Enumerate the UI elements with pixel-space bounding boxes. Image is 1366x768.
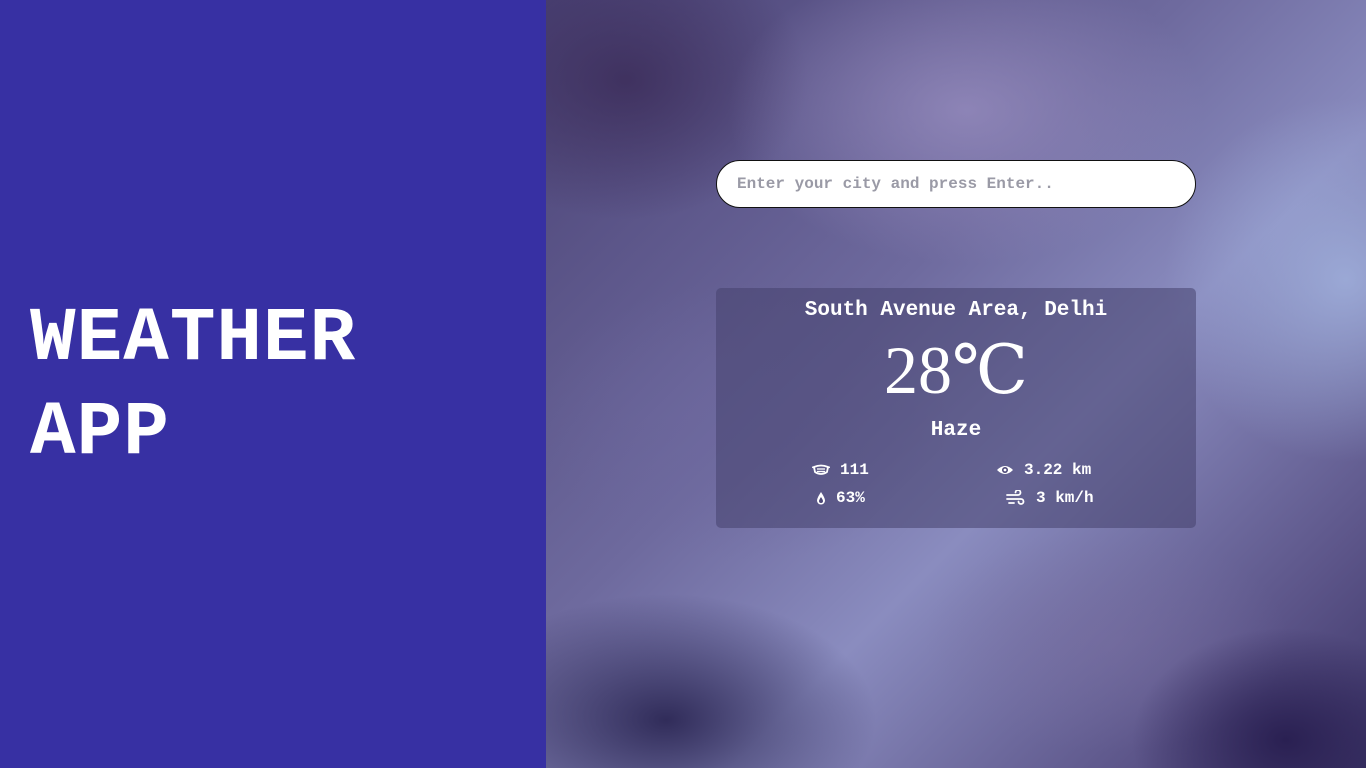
- weather-card: South Avenue Area, Delhi 28℃ Haze 111 3.…: [716, 288, 1196, 528]
- weather-condition: Haze: [930, 419, 982, 442]
- mask-icon: [812, 463, 830, 477]
- aqi-value: 111: [840, 461, 869, 479]
- wind-stat: 3 km/h: [1006, 488, 1094, 508]
- humidity-value: 63%: [836, 489, 865, 507]
- location-name: South Avenue Area, Delhi: [804, 299, 1108, 322]
- app-title: WEATHER APP: [30, 292, 356, 480]
- brand-panel: WEATHER APP: [0, 0, 546, 768]
- visibility-value: 3.22 km: [1024, 461, 1092, 479]
- temperature: 28℃: [883, 332, 1029, 408]
- wind-value: 3 km/h: [1036, 489, 1094, 507]
- droplet-icon: [816, 491, 826, 505]
- city-search-input[interactable]: [716, 160, 1196, 208]
- aqi-stat: 111: [812, 460, 869, 480]
- app-title-line-1: WEATHER: [30, 296, 357, 382]
- weather-panel: South Avenue Area, Delhi 28℃ Haze 111: [546, 0, 1366, 768]
- humidity-stat: 63%: [816, 488, 865, 508]
- visibility-stat: 3.22 km: [996, 460, 1091, 480]
- app-title-line-2: APP: [30, 390, 170, 476]
- page: WEATHER APP South Avenue Area, Delhi 28℃…: [0, 0, 1366, 768]
- wind-icon: [1006, 490, 1026, 506]
- eye-icon: [996, 464, 1014, 476]
